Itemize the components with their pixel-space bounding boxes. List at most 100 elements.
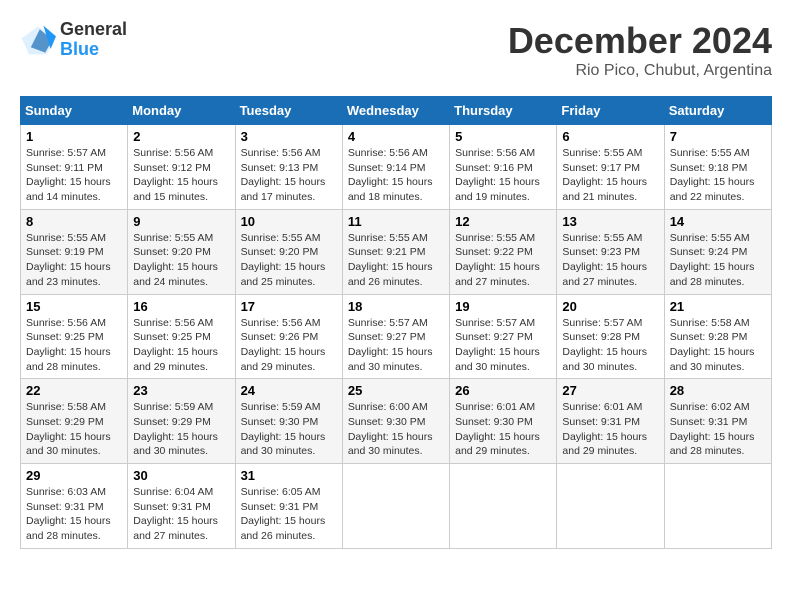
calendar-week-2: 8 Sunrise: 5:55 AM Sunset: 9:19 PM Dayli…: [21, 209, 772, 294]
day-number: 22: [26, 383, 122, 398]
day-number: 18: [348, 299, 444, 314]
day-number: 20: [562, 299, 658, 314]
day-number: 26: [455, 383, 551, 398]
day-number: 29: [26, 468, 122, 483]
day-info: Sunrise: 5:55 AM Sunset: 9:20 PM Dayligh…: [133, 231, 229, 290]
day-number: 7: [670, 129, 766, 144]
day-number: 1: [26, 129, 122, 144]
day-number: 9: [133, 214, 229, 229]
table-row: 15 Sunrise: 5:56 AM Sunset: 9:25 PM Dayl…: [21, 294, 128, 379]
day-number: 14: [670, 214, 766, 229]
day-info: Sunrise: 5:56 AM Sunset: 9:16 PM Dayligh…: [455, 146, 551, 205]
day-info: Sunrise: 5:56 AM Sunset: 9:25 PM Dayligh…: [26, 316, 122, 375]
col-friday: Friday: [557, 97, 664, 125]
table-row: 5 Sunrise: 5:56 AM Sunset: 9:16 PM Dayli…: [450, 125, 557, 210]
day-info: Sunrise: 5:55 AM Sunset: 9:24 PM Dayligh…: [670, 231, 766, 290]
day-info: Sunrise: 5:57 AM Sunset: 9:27 PM Dayligh…: [455, 316, 551, 375]
day-info: Sunrise: 5:55 AM Sunset: 9:18 PM Dayligh…: [670, 146, 766, 205]
day-info: Sunrise: 5:55 AM Sunset: 9:23 PM Dayligh…: [562, 231, 658, 290]
logo-icon: [20, 22, 56, 58]
calendar-week-1: 1 Sunrise: 5:57 AM Sunset: 9:11 PM Dayli…: [21, 125, 772, 210]
table-row: 24 Sunrise: 5:59 AM Sunset: 9:30 PM Dayl…: [235, 379, 342, 464]
table-row: 28 Sunrise: 6:02 AM Sunset: 9:31 PM Dayl…: [664, 379, 771, 464]
table-row: [342, 464, 449, 549]
day-number: 3: [241, 129, 337, 144]
table-row: 9 Sunrise: 5:55 AM Sunset: 9:20 PM Dayli…: [128, 209, 235, 294]
table-row: 16 Sunrise: 5:56 AM Sunset: 9:25 PM Dayl…: [128, 294, 235, 379]
col-sunday: Sunday: [21, 97, 128, 125]
day-info: Sunrise: 6:02 AM Sunset: 9:31 PM Dayligh…: [670, 400, 766, 459]
logo-general: General: [60, 20, 127, 40]
table-row: 10 Sunrise: 5:55 AM Sunset: 9:20 PM Dayl…: [235, 209, 342, 294]
table-row: 29 Sunrise: 6:03 AM Sunset: 9:31 PM Dayl…: [21, 464, 128, 549]
day-number: 12: [455, 214, 551, 229]
table-row: 30 Sunrise: 6:04 AM Sunset: 9:31 PM Dayl…: [128, 464, 235, 549]
day-number: 30: [133, 468, 229, 483]
table-row: 7 Sunrise: 5:55 AM Sunset: 9:18 PM Dayli…: [664, 125, 771, 210]
table-row: 31 Sunrise: 6:05 AM Sunset: 9:31 PM Dayl…: [235, 464, 342, 549]
day-number: 25: [348, 383, 444, 398]
day-info: Sunrise: 5:56 AM Sunset: 9:25 PM Dayligh…: [133, 316, 229, 375]
day-info: Sunrise: 5:58 AM Sunset: 9:29 PM Dayligh…: [26, 400, 122, 459]
table-row: 21 Sunrise: 5:58 AM Sunset: 9:28 PM Dayl…: [664, 294, 771, 379]
day-number: 17: [241, 299, 337, 314]
table-row: 3 Sunrise: 5:56 AM Sunset: 9:13 PM Dayli…: [235, 125, 342, 210]
logo-blue: Blue: [60, 40, 127, 60]
day-info: Sunrise: 5:56 AM Sunset: 9:14 PM Dayligh…: [348, 146, 444, 205]
table-row: 6 Sunrise: 5:55 AM Sunset: 9:17 PM Dayli…: [557, 125, 664, 210]
logo: General Blue: [20, 20, 127, 60]
calendar-week-4: 22 Sunrise: 5:58 AM Sunset: 9:29 PM Dayl…: [21, 379, 772, 464]
day-number: 8: [26, 214, 122, 229]
day-number: 21: [670, 299, 766, 314]
header: General Blue December 2024 Rio Pico, Chu…: [20, 20, 772, 80]
day-number: 13: [562, 214, 658, 229]
table-row: 1 Sunrise: 5:57 AM Sunset: 9:11 PM Dayli…: [21, 125, 128, 210]
table-row: 27 Sunrise: 6:01 AM Sunset: 9:31 PM Dayl…: [557, 379, 664, 464]
table-row: [664, 464, 771, 549]
table-row: 2 Sunrise: 5:56 AM Sunset: 9:12 PM Dayli…: [128, 125, 235, 210]
logo-text: General Blue: [60, 20, 127, 60]
col-thursday: Thursday: [450, 97, 557, 125]
table-row: 13 Sunrise: 5:55 AM Sunset: 9:23 PM Dayl…: [557, 209, 664, 294]
table-row: [557, 464, 664, 549]
day-number: 11: [348, 214, 444, 229]
day-info: Sunrise: 6:01 AM Sunset: 9:30 PM Dayligh…: [455, 400, 551, 459]
day-info: Sunrise: 5:57 AM Sunset: 9:27 PM Dayligh…: [348, 316, 444, 375]
day-number: 28: [670, 383, 766, 398]
day-info: Sunrise: 5:59 AM Sunset: 9:30 PM Dayligh…: [241, 400, 337, 459]
day-info: Sunrise: 5:56 AM Sunset: 9:12 PM Dayligh…: [133, 146, 229, 205]
day-info: Sunrise: 5:56 AM Sunset: 9:13 PM Dayligh…: [241, 146, 337, 205]
day-number: 5: [455, 129, 551, 144]
month-title: December 2024: [508, 20, 772, 62]
day-info: Sunrise: 5:57 AM Sunset: 9:28 PM Dayligh…: [562, 316, 658, 375]
col-saturday: Saturday: [664, 97, 771, 125]
day-number: 6: [562, 129, 658, 144]
location: Rio Pico, Chubut, Argentina: [508, 62, 772, 80]
calendar-week-5: 29 Sunrise: 6:03 AM Sunset: 9:31 PM Dayl…: [21, 464, 772, 549]
table-row: 4 Sunrise: 5:56 AM Sunset: 9:14 PM Dayli…: [342, 125, 449, 210]
day-info: Sunrise: 5:55 AM Sunset: 9:17 PM Dayligh…: [562, 146, 658, 205]
day-number: 24: [241, 383, 337, 398]
title-area: December 2024 Rio Pico, Chubut, Argentin…: [508, 20, 772, 80]
day-info: Sunrise: 5:59 AM Sunset: 9:29 PM Dayligh…: [133, 400, 229, 459]
table-row: 25 Sunrise: 6:00 AM Sunset: 9:30 PM Dayl…: [342, 379, 449, 464]
table-row: 22 Sunrise: 5:58 AM Sunset: 9:29 PM Dayl…: [21, 379, 128, 464]
day-info: Sunrise: 5:57 AM Sunset: 9:11 PM Dayligh…: [26, 146, 122, 205]
day-info: Sunrise: 6:01 AM Sunset: 9:31 PM Dayligh…: [562, 400, 658, 459]
table-row: 20 Sunrise: 5:57 AM Sunset: 9:28 PM Dayl…: [557, 294, 664, 379]
day-info: Sunrise: 5:55 AM Sunset: 9:22 PM Dayligh…: [455, 231, 551, 290]
table-row: 18 Sunrise: 5:57 AM Sunset: 9:27 PM Dayl…: [342, 294, 449, 379]
table-row: 11 Sunrise: 5:55 AM Sunset: 9:21 PM Dayl…: [342, 209, 449, 294]
table-row: 19 Sunrise: 5:57 AM Sunset: 9:27 PM Dayl…: [450, 294, 557, 379]
day-info: Sunrise: 5:58 AM Sunset: 9:28 PM Dayligh…: [670, 316, 766, 375]
calendar-table: Sunday Monday Tuesday Wednesday Thursday…: [20, 96, 772, 549]
day-info: Sunrise: 5:55 AM Sunset: 9:19 PM Dayligh…: [26, 231, 122, 290]
table-row: 17 Sunrise: 5:56 AM Sunset: 9:26 PM Dayl…: [235, 294, 342, 379]
day-info: Sunrise: 6:04 AM Sunset: 9:31 PM Dayligh…: [133, 485, 229, 544]
day-number: 31: [241, 468, 337, 483]
col-wednesday: Wednesday: [342, 97, 449, 125]
day-info: Sunrise: 6:05 AM Sunset: 9:31 PM Dayligh…: [241, 485, 337, 544]
day-number: 23: [133, 383, 229, 398]
day-number: 15: [26, 299, 122, 314]
day-info: Sunrise: 5:55 AM Sunset: 9:21 PM Dayligh…: [348, 231, 444, 290]
